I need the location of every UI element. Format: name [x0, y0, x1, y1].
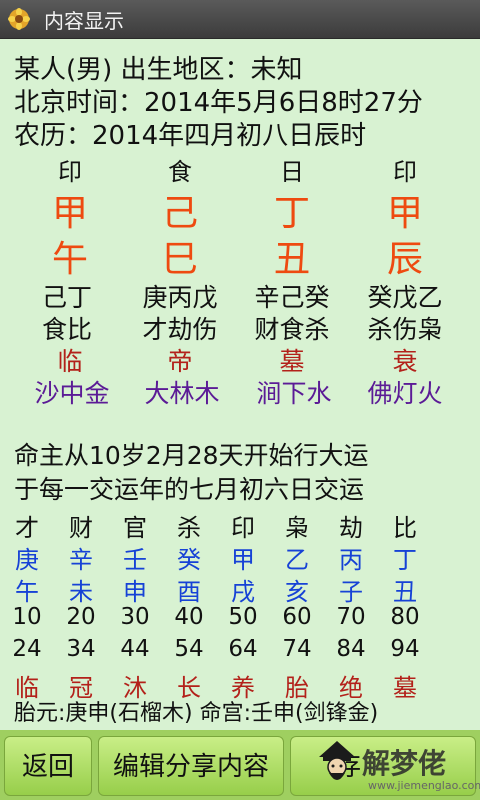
hidden-stems: 癸戊乙: [367, 283, 443, 312]
luck-stem: 丁: [393, 546, 417, 574]
luck-god: 才: [15, 514, 39, 542]
luck-stage: 养: [231, 674, 255, 702]
hidden-gods: 财食杀: [254, 315, 330, 344]
nayin: 大林木: [144, 379, 220, 408]
luck-stem: 癸: [177, 546, 201, 574]
luck-stage: 沐: [123, 674, 147, 702]
life-stage: 墓: [279, 347, 305, 376]
luck-stage: 冠: [69, 674, 93, 702]
luck-year: 44: [120, 636, 150, 662]
luck-stem: 丙: [339, 546, 363, 574]
luck-age: 50: [228, 604, 258, 630]
pillar-branch: 午: [51, 239, 88, 280]
luck-stage: 绝: [339, 674, 363, 702]
life-stage: 帝: [167, 347, 193, 376]
luck-age: 10: [12, 604, 42, 630]
luck-stem: 辛: [69, 546, 93, 574]
pillar-branch: 巳: [161, 239, 198, 280]
pillar-stem: 甲: [51, 193, 88, 234]
pillar-stem: 甲: [386, 193, 423, 234]
luck-god: 比: [393, 514, 417, 542]
nayin: 沙中金: [34, 379, 110, 408]
luck-god: 劫: [339, 514, 363, 542]
hidden-stems: 辛己癸: [254, 283, 330, 312]
luck-year: 74: [282, 636, 312, 662]
luck-god: 官: [123, 514, 147, 542]
back-button[interactable]: 返回: [4, 736, 92, 796]
luck-year: 24: [12, 636, 42, 662]
pillar-god: 日: [280, 158, 304, 186]
fortune-teller-icon: [319, 741, 355, 780]
luck-branch: 酉: [177, 578, 201, 606]
luck-stage: 胎: [285, 674, 309, 702]
hidden-gods: 杀伤枭: [367, 315, 443, 344]
luck-branch: 午: [15, 578, 39, 606]
luck-transition-line: 于每一交运年的七月初六日交运: [14, 475, 365, 504]
luck-god: 印: [231, 514, 255, 542]
luck-stage: 长: [177, 674, 201, 702]
luck-stem: 甲: [231, 546, 255, 574]
bottom-button-bar: 返回 编辑分享内容 存 解梦佬 www.jiemenglao.com: [0, 730, 480, 800]
luck-year: 64: [228, 636, 258, 662]
header-line-2: 北京时间：2014年5月6日8时27分: [14, 88, 423, 118]
hidden-stems: 己丁: [41, 283, 92, 312]
nayin: 佛灯火: [367, 379, 443, 408]
pillar-branch: 丑: [273, 239, 310, 280]
edit-share-button[interactable]: 编辑分享内容: [98, 736, 284, 796]
luck-age: 60: [282, 604, 312, 630]
luck-age: 80: [390, 604, 420, 630]
luck-god: 枭: [285, 514, 309, 542]
luck-year: 84: [336, 636, 366, 662]
watermark-url: www.jiemenglao.com: [368, 779, 480, 792]
header-line-1: 某人(男) 出生地区：未知: [14, 55, 303, 85]
hidden-gods: 才劫伤: [142, 315, 218, 344]
hidden-gods: 食比: [41, 315, 92, 344]
header-line-3: 农历：2014年四月初八日辰时: [14, 121, 367, 151]
watermark-text: 解梦佬: [362, 747, 447, 780]
luck-branch: 丑: [393, 578, 417, 606]
luck-age: 70: [336, 604, 366, 630]
luck-branch: 未: [69, 578, 93, 606]
luck-year: 54: [174, 636, 204, 662]
pillar-stem: 丁: [273, 193, 310, 234]
luck-age: 20: [66, 604, 96, 630]
luck-branch: 亥: [285, 578, 309, 606]
life-stage: 衰: [392, 347, 418, 376]
luck-stage: 墓: [393, 674, 417, 702]
content-area: 某人(男) 出生地区：未知 北京时间：2014年5月6日8时27分 农历：201…: [0, 38, 480, 730]
luck-branch: 申: [123, 578, 147, 606]
luck-age: 40: [174, 604, 204, 630]
title-bar: 内容显示: [0, 0, 480, 39]
pillar-god: 印: [393, 158, 417, 186]
luck-stem: 乙: [285, 546, 309, 574]
pillar-god: 印: [58, 158, 82, 186]
life-stage: 临: [57, 347, 83, 376]
nayin: 涧下水: [256, 379, 332, 408]
luck-stem: 壬: [123, 546, 147, 574]
luck-age: 30: [120, 604, 150, 630]
luck-year: 34: [66, 636, 96, 662]
page-title: 内容显示: [44, 8, 124, 33]
luck-branch: 子: [339, 578, 363, 606]
luck-god: 杀: [177, 514, 201, 542]
taiyuan-minggong-line: 胎元:庚申(石榴木) 命宫:壬申(剑锋金): [14, 701, 379, 726]
luck-god: 财: [69, 514, 93, 542]
luck-stem: 庚: [15, 546, 39, 574]
hidden-stems: 庚丙戊: [142, 283, 218, 312]
pillar-stem: 己: [161, 193, 198, 234]
luck-branch: 戌: [231, 578, 255, 606]
flower-icon: [8, 8, 30, 30]
luck-year: 94: [390, 636, 420, 662]
pillar-god: 食: [168, 158, 192, 186]
luck-start-line: 命主从10岁2月28天开始行大运: [14, 441, 369, 470]
pillar-branch: 辰: [386, 239, 423, 280]
luck-stage: 临: [15, 674, 39, 702]
